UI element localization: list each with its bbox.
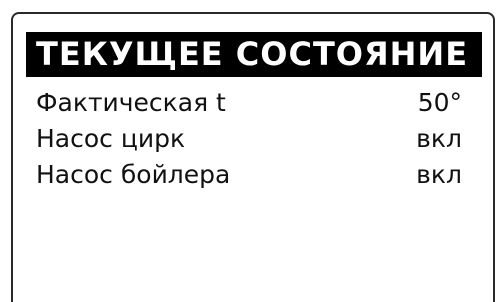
status-row-circulation-pump: Насос цирк вкл: [36, 121, 462, 157]
status-row-actual-temperature: Фактическая t 50°: [36, 85, 462, 121]
status-label: Насос цирк: [36, 124, 186, 153]
status-label: Насос бойлера: [36, 160, 231, 189]
status-label: Фактическая t: [36, 88, 226, 117]
status-value: 50°: [417, 88, 462, 117]
screen-title: ТЕКУЩЕЕ СОСТОЯНИЕ: [26, 32, 482, 77]
status-value: вкл: [416, 124, 462, 153]
status-value: вкл: [416, 160, 462, 189]
status-row-boiler-pump: Насос бойлера вкл: [36, 157, 462, 193]
status-list: Фактическая t 50° Насос цирк вкл Насос б…: [36, 85, 462, 193]
